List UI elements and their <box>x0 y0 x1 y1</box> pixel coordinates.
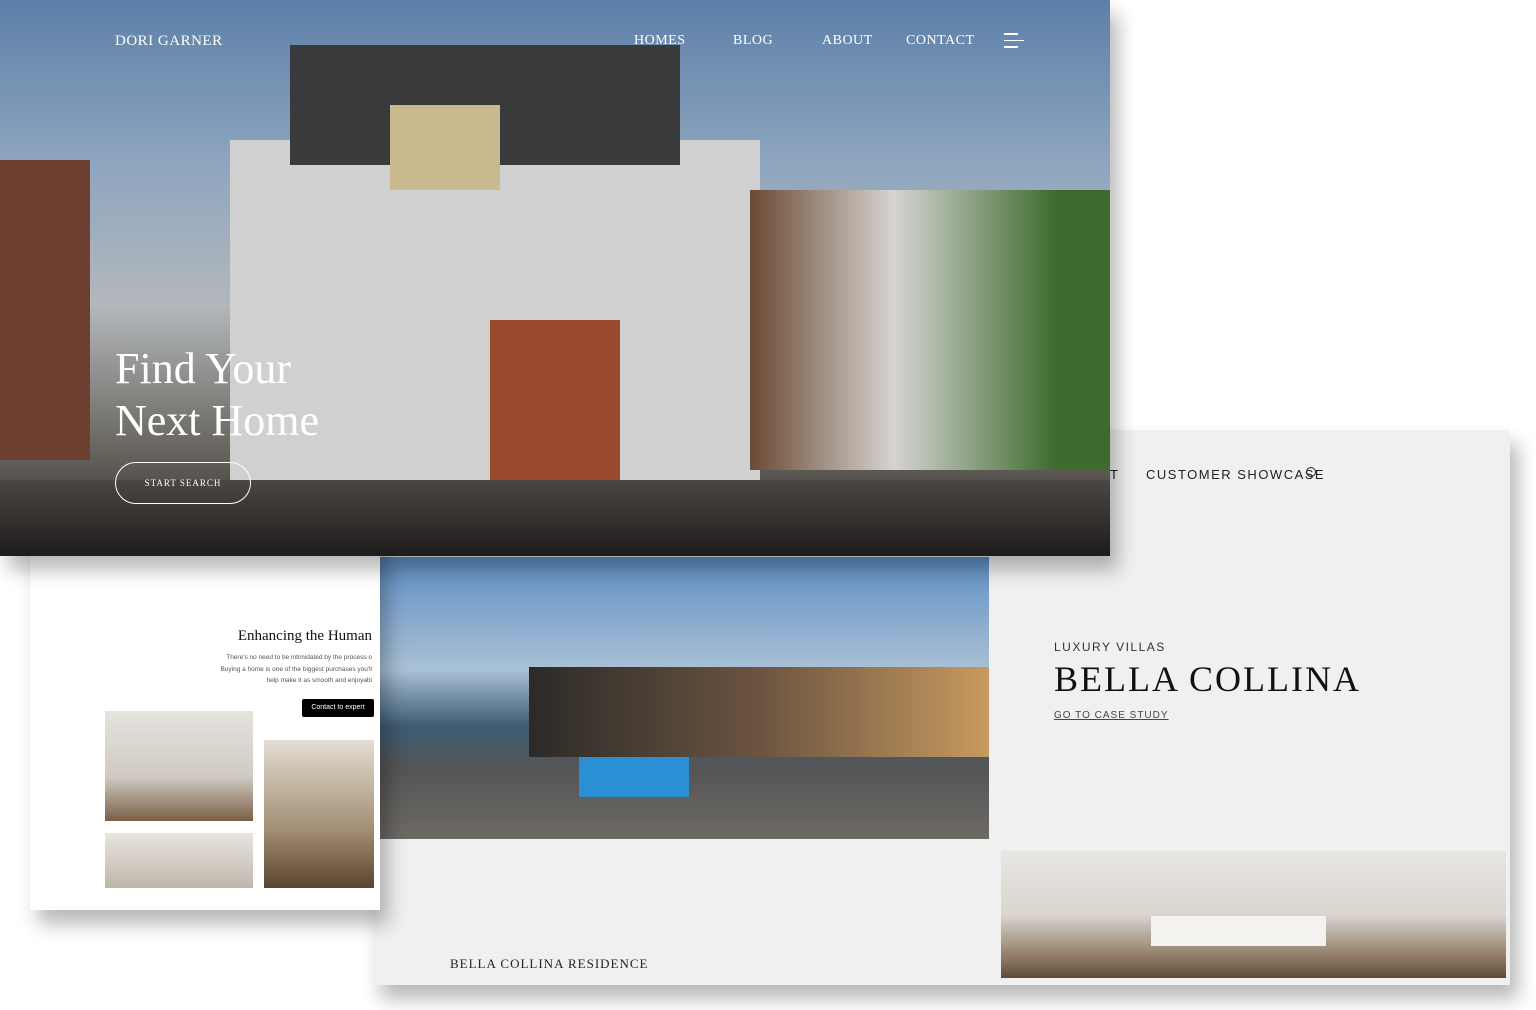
headline-line-2: Next Home <box>115 396 320 445</box>
nav-contact[interactable]: CONTACT <box>906 33 975 49</box>
hamburger-icon[interactable] <box>1004 33 1024 48</box>
nav-customer-showcase[interactable]: CUSTOMER SHOWCASE <box>1146 467 1325 482</box>
body-line: Buying a home is one of the biggest purc… <box>220 665 372 673</box>
body-line: help make it as smooth and enjoyabl <box>266 677 372 684</box>
eyebrow: LUXURY VILLAS <box>1054 640 1166 654</box>
nav-partial: T <box>1110 467 1120 482</box>
living-thumb <box>264 740 374 888</box>
kitchen-photo <box>1001 851 1506 978</box>
nav-homes[interactable]: HOMES <box>634 33 686 49</box>
start-search-button[interactable]: START SEARCH <box>115 462 251 504</box>
about-page: Enhancing the Human There's no need to b… <box>30 540 380 910</box>
villa-photo <box>379 557 989 839</box>
caption: BELLA COLLINA RESIDENCE <box>450 956 649 971</box>
case-study-link[interactable]: GO TO CASE STUDY <box>1054 710 1361 721</box>
title: BELLA COLLINA <box>1054 659 1361 699</box>
search-icon[interactable] <box>1306 467 1316 477</box>
body-line: There's no need to be intimidated by the… <box>226 654 372 661</box>
nav-blog[interactable]: BLOG <box>733 33 773 49</box>
room-thumb <box>105 833 253 888</box>
hero-page: DORI GARNER HOMES BLOG ABOUT CONTACT Fin… <box>0 0 1110 556</box>
contact-button[interactable]: Contact to expert <box>302 699 374 717</box>
kitchen-thumb <box>105 711 253 821</box>
nav-about[interactable]: ABOUT <box>822 33 873 49</box>
headline-line-1: Find Your <box>115 344 292 393</box>
section-title: Enhancing the Human <box>237 628 372 644</box>
bella-text: LUXURY VILLAS BELLA COLLINA GO TO CASE S… <box>1054 640 1361 721</box>
brand-logo[interactable]: DORI GARNER <box>115 33 223 50</box>
